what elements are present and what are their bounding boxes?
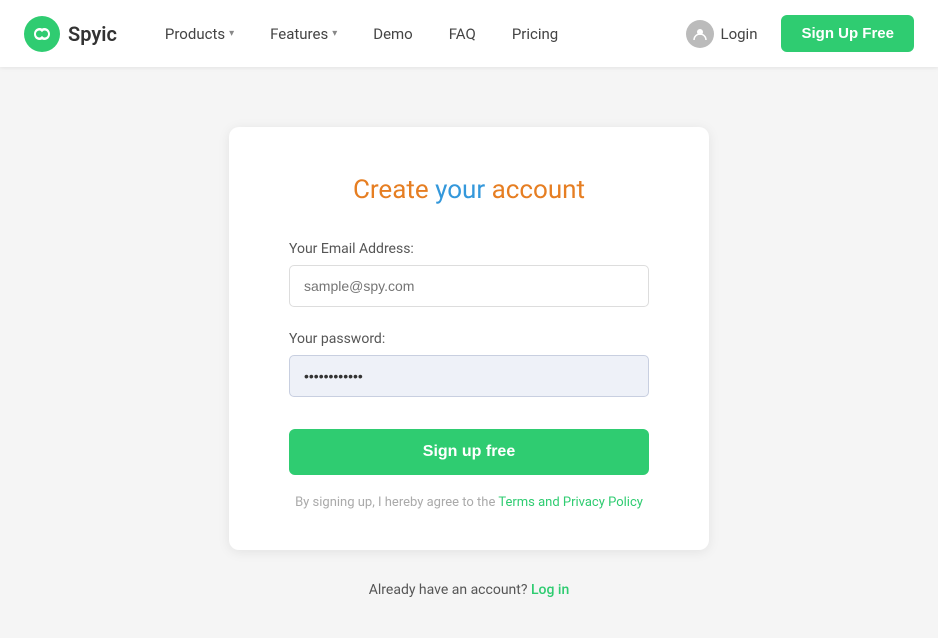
email-label: Your Email Address: xyxy=(289,241,649,257)
password-group: Your password: xyxy=(289,331,649,397)
password-label: Your password: xyxy=(289,331,649,347)
login-link[interactable]: Log in xyxy=(531,582,569,598)
email-input[interactable] xyxy=(289,265,649,307)
nav-item-faq[interactable]: FAQ xyxy=(433,17,492,51)
signup-button[interactable]: Sign Up Free xyxy=(781,15,914,52)
nav-item-features[interactable]: Features ▾ xyxy=(254,17,353,51)
login-button[interactable]: Login xyxy=(674,12,769,56)
submit-button[interactable]: Sign up free xyxy=(289,429,649,475)
terms-text: By signing up, I hereby agree to the Ter… xyxy=(289,495,649,510)
nav-item-pricing[interactable]: Pricing xyxy=(496,17,574,51)
brand-name: Spyic xyxy=(68,22,117,46)
card-title: Create your account xyxy=(289,175,649,205)
nav-links: Products ▾ Features ▾ Demo FAQ Pricing xyxy=(149,17,675,51)
spyic-logo xyxy=(24,16,60,52)
chevron-down-icon: ▾ xyxy=(229,28,234,39)
email-group: Your Email Address: xyxy=(289,241,649,307)
terms-link[interactable]: Terms and Privacy Policy xyxy=(498,495,643,510)
navbar: Spyic Products ▾ Features ▾ Demo FAQ Pri… xyxy=(0,0,938,67)
user-icon xyxy=(686,20,714,48)
password-input[interactable] xyxy=(289,355,649,397)
brand-logo-link[interactable]: Spyic xyxy=(24,16,117,52)
nav-item-products[interactable]: Products ▾ xyxy=(149,17,250,51)
signup-card: Create your account Your Email Address: … xyxy=(229,127,709,550)
already-account-text: Already have an account? Log in xyxy=(369,582,569,598)
nav-item-demo[interactable]: Demo xyxy=(357,17,429,51)
chevron-down-icon: ▾ xyxy=(332,28,337,39)
main-content: Create your account Your Email Address: … xyxy=(0,67,938,638)
nav-actions: Login Sign Up Free xyxy=(674,12,914,56)
